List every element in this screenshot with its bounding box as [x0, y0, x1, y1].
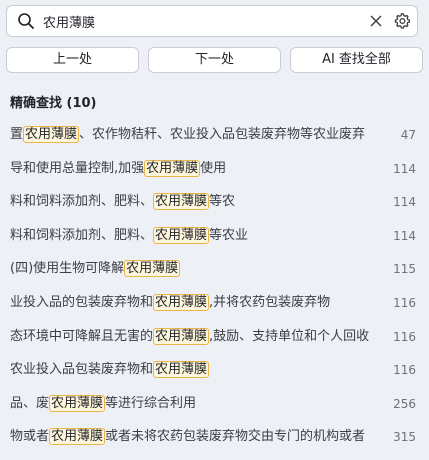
match-highlight: 农用薄膜 — [153, 193, 210, 211]
result-item[interactable]: 农业投入品包装废弃物和 农用薄膜 116 — [0, 353, 429, 387]
page-number: 116 — [393, 295, 416, 310]
result-item[interactable]: 物或者 农用薄膜 或者未将农药包装废弃物交由专门的机构或者 315 — [0, 420, 429, 454]
match-highlight: 农用薄膜 — [153, 293, 210, 311]
match-highlight: 农用薄膜 — [153, 226, 210, 244]
page-number: 315 — [393, 430, 416, 445]
snippet-after: 使用 — [200, 160, 227, 176]
result-snippet: 态环境中可降解且无害的 农用薄膜 ,鼓励、支持单位和个人回收 — [10, 327, 388, 348]
page-number: 116 — [393, 329, 416, 344]
page-number: 116 — [393, 363, 416, 378]
snippet-before: 置 — [10, 127, 24, 142]
snippet-after: 等进行综合利用 — [105, 395, 197, 411]
result-snippet: 料和饲料添加剂、肥料、 农用薄膜 等农 — [10, 193, 388, 213]
result-item[interactable]: 导和使用总量控制,加强 农用薄膜 使用 114 — [0, 152, 429, 186]
match-highlight: 农用薄膜 — [49, 394, 106, 412]
result-item[interactable]: 置农用薄膜 、农作物秸秆、农业投入品包装废弃物等农业废弃 47 — [0, 118, 429, 152]
page-number: 114 — [393, 161, 416, 176]
result-item[interactable]: 态环境中可降解且无害的 农用薄膜 ,鼓励、支持单位和个人回收 116 — [0, 320, 429, 354]
result-item[interactable]: 料和饲料添加剂、肥料、 农用薄膜 等农 114 — [0, 185, 429, 219]
result-item[interactable]: 料和饲料添加剂、肥料、 农用薄膜 等农业 114 — [0, 219, 429, 253]
result-item[interactable]: 品、废 农用薄膜 等进行综合利用 256 — [0, 387, 429, 421]
page-number: 256 — [393, 396, 416, 411]
result-snippet: 导和使用总量控制,加强 农用薄膜 使用 — [10, 159, 388, 180]
snippet-before: 物或者 — [10, 429, 50, 445]
page-number: 115 — [393, 262, 416, 277]
match-highlight: 农用薄膜 — [124, 260, 181, 278]
snippet-after: ,并将农药包装废弃物 — [209, 294, 331, 310]
next-match-button[interactable]: 下一处 — [148, 47, 281, 73]
match-highlight: 农用薄膜 — [153, 361, 210, 379]
page-number: 114 — [393, 195, 416, 210]
result-snippet: 料和饲料添加剂、肥料、 农用薄膜 等农业 — [10, 226, 388, 247]
result-item[interactable]: (四)使用生物可降解 农用薄膜 115 — [0, 252, 429, 286]
page-number: 114 — [393, 228, 416, 243]
search-icon — [18, 13, 34, 29]
search-bar — [6, 5, 418, 37]
result-item[interactable]: 业投入品的包装废弃物和 农用薄膜 ,并将农药包装废弃物 116 — [0, 286, 429, 320]
search-input[interactable] — [43, 10, 343, 32]
snippet-after: 或者未将农药包装废弃物交由专门的机构或者 — [105, 429, 366, 445]
result-snippet: 业投入品的包装废弃物和 农用薄膜 ,并将农药包装废弃物 — [10, 293, 388, 314]
results-heading: 精确查找 (10) — [10, 96, 97, 111]
close-icon[interactable] — [368, 13, 384, 29]
snippet-before: 业投入品的包装废弃物和 — [10, 294, 154, 310]
snippet-before: 料和饲料添加剂、肥料、 — [10, 227, 154, 243]
gear-icon[interactable] — [393, 12, 411, 30]
match-highlight: 农用薄膜 — [153, 327, 210, 345]
snippet-before: 导和使用总量控制,加强 — [10, 160, 145, 176]
snippet-before: 态环境中可降解且无害的 — [10, 328, 154, 344]
snippet-before: 料和饲料添加剂、肥料、 — [10, 194, 154, 210]
snippet-after: ,鼓励、支持单位和个人回收 — [209, 328, 370, 344]
result-snippet: (四)使用生物可降解 农用薄膜 — [10, 260, 388, 280]
snippet-after: 等农 — [209, 194, 236, 210]
match-highlight: 农用薄膜 — [23, 126, 80, 143]
previous-match-button[interactable]: 上一处 — [6, 47, 139, 73]
result-snippet: 置农用薄膜 、农作物秸秆、农业投入品包装废弃物等农业废弃 — [10, 126, 388, 146]
result-snippet: 农业投入品包装废弃物和 农用薄膜 — [10, 361, 388, 381]
snippet-before: 农业投入品包装废弃物和 — [10, 362, 154, 378]
results-list: 置农用薄膜 、农作物秸秆、农业投入品包装废弃物等农业废弃 47 导和使用总量控制,加强… — [0, 118, 429, 454]
snippet-before: 品、废 — [10, 395, 50, 411]
snippet-after: 等农业 — [209, 227, 249, 243]
result-snippet: 物或者 农用薄膜 或者未将农药包装废弃物交由专门的机构或者 — [10, 428, 388, 448]
page-number: 47 — [400, 128, 416, 142]
result-snippet: 品、废 农用薄膜 等进行综合利用 — [10, 394, 388, 415]
match-highlight: 农用薄膜 — [144, 159, 201, 177]
match-highlight: 农用薄膜 — [49, 428, 106, 446]
snippet-after: 、农作物秸秆、农业投入品包装废弃物等农业废弃 — [79, 127, 366, 142]
ai-find-all-button[interactable]: AI 查找全部 — [290, 47, 423, 73]
snippet-before: (四)使用生物可降解 — [10, 261, 125, 277]
